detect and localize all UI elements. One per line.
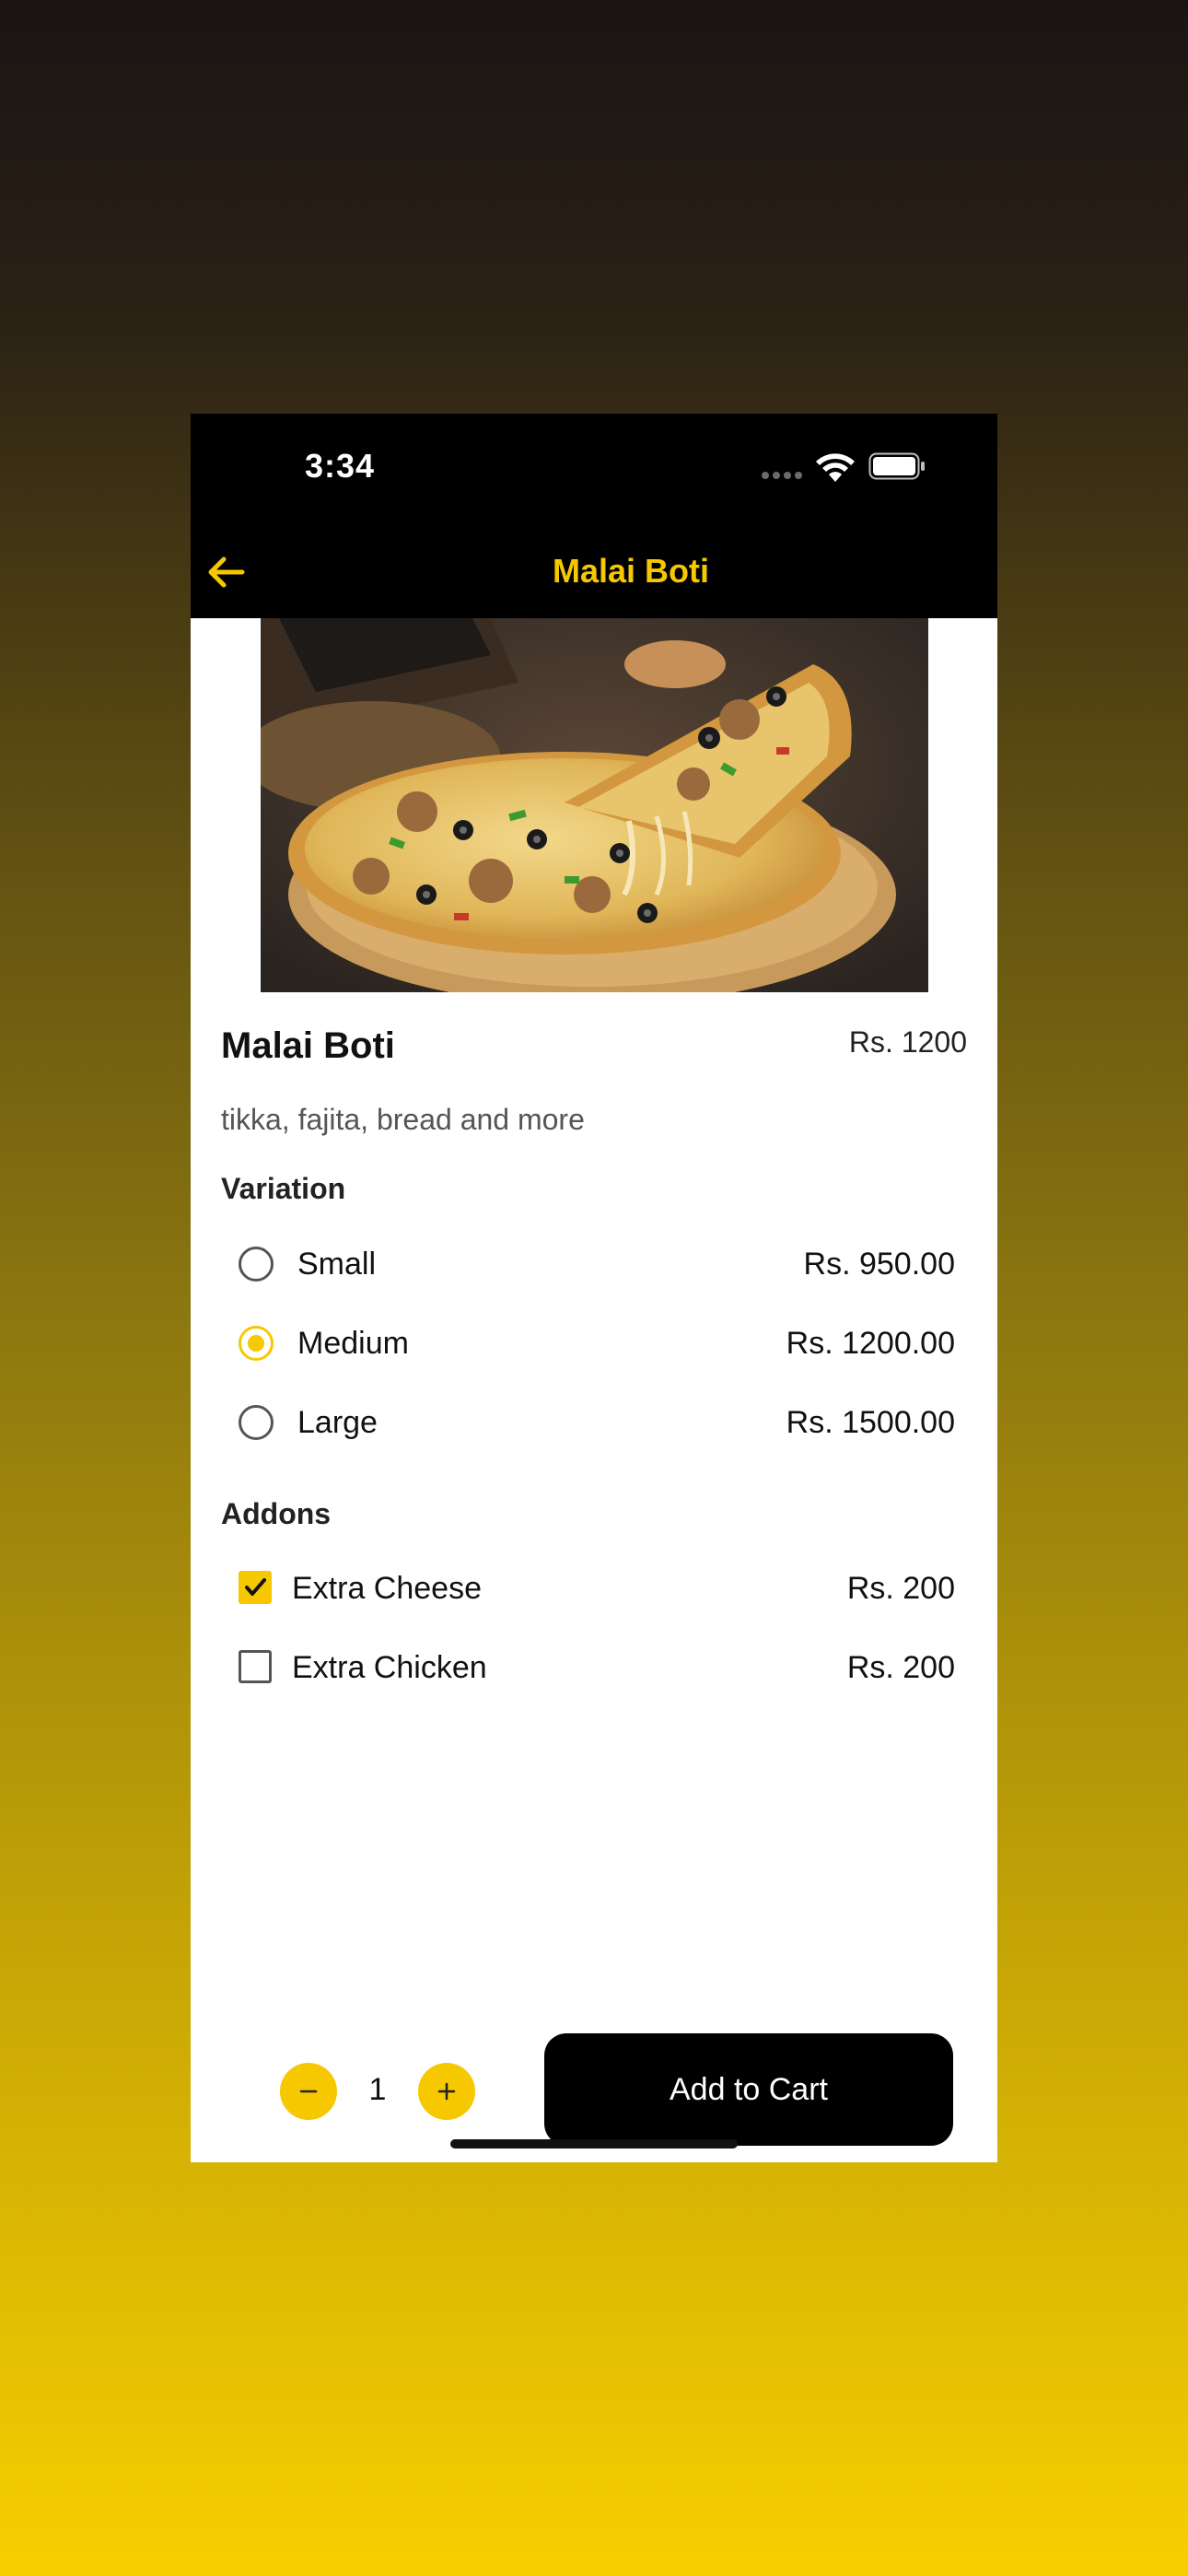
checkbox-checked[interactable] <box>239 1571 272 1604</box>
addon-option-extra-chicken[interactable]: Extra Chicken Rs. 200 <box>239 1643 955 1698</box>
checkbox[interactable] <box>239 1650 272 1683</box>
product-price: Rs. 1200 <box>848 1025 967 1059</box>
navigation-bar: Malai Boti <box>191 524 997 618</box>
radio-button[interactable] <box>239 1247 274 1282</box>
increment-button[interactable] <box>418 2063 475 2120</box>
variation-label: Small <box>297 1247 377 1282</box>
decrement-button[interactable] <box>280 2063 337 2120</box>
cellular-signal-icon <box>762 472 802 479</box>
pizza-photo <box>261 618 928 992</box>
quantity-value: 1 <box>368 2072 387 2107</box>
variation-option-medium[interactable]: Medium Rs. 1200.00 <box>239 1318 955 1374</box>
wifi-icon <box>816 453 855 482</box>
add-to-cart-button[interactable]: Add to Cart <box>544 2033 953 2146</box>
page-title: Malai Boti <box>552 552 709 590</box>
variation-price: Rs. 1200.00 <box>786 1326 955 1361</box>
variation-option-small[interactable]: Small Rs. 950.00 <box>239 1239 955 1294</box>
addons-title: Addons <box>221 1497 332 1530</box>
product-description: tikka, fajita, bread and more <box>221 1103 585 1136</box>
addon-label: Extra Chicken <box>292 1650 487 1685</box>
variation-label: Large <box>297 1405 378 1440</box>
addon-option-extra-cheese[interactable]: Extra Cheese Rs. 200 <box>239 1563 955 1619</box>
status-time: 3:34 <box>305 447 376 485</box>
variation-price: Rs. 1500.00 <box>786 1405 955 1440</box>
radio-button-selected[interactable] <box>239 1326 274 1361</box>
addon-price: Rs. 200 <box>846 1571 955 1606</box>
variation-label: Medium <box>297 1326 409 1361</box>
variation-title: Variation <box>221 1172 346 1205</box>
variation-price: Rs. 950.00 <box>803 1247 955 1282</box>
variation-option-large[interactable]: Large Rs. 1500.00 <box>239 1398 955 1453</box>
app-screen: 3:34 Malai Boti Malai Boti Rs. 1200 tikk… <box>191 414 997 2162</box>
radio-button[interactable] <box>239 1405 274 1440</box>
minus-icon <box>299 2090 318 2093</box>
addon-label: Extra Cheese <box>292 1571 482 1606</box>
product-name: Malai Boti <box>221 1025 395 1066</box>
checkmark-icon <box>245 1578 266 1596</box>
addon-price: Rs. 200 <box>846 1650 955 1685</box>
plus-icon <box>437 2082 456 2101</box>
status-bar: 3:34 <box>191 414 997 524</box>
battery-icon <box>868 452 925 480</box>
home-indicator[interactable] <box>450 2139 738 2149</box>
